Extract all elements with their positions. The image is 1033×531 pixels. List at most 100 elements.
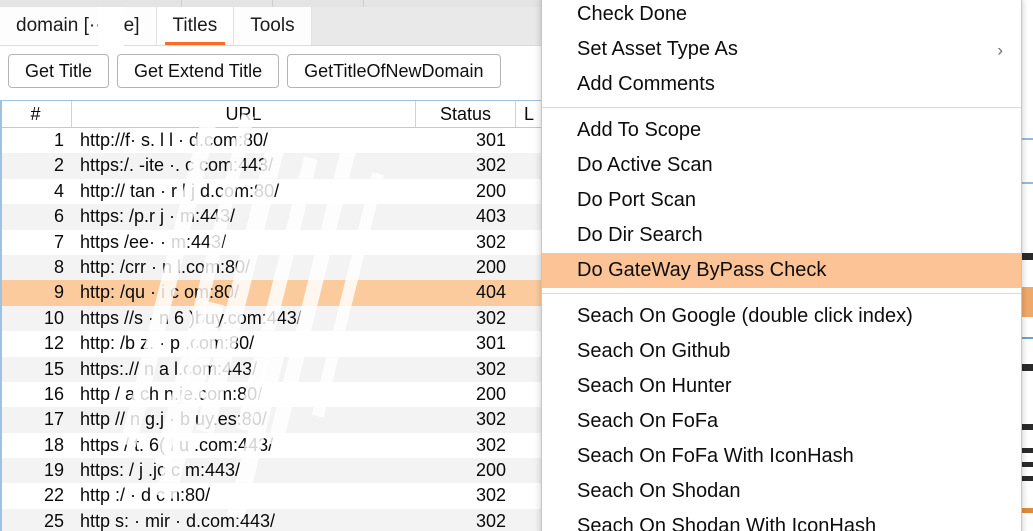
menu-item[interactable]: Do Port Scan bbox=[542, 183, 1021, 218]
cell-status: 200 bbox=[475, 460, 506, 481]
menu-item-label: Seach On FoFa bbox=[577, 410, 719, 432]
menu-item[interactable]: Seach On Shodan With IconHash bbox=[542, 509, 1021, 531]
cell-index: 4 bbox=[53, 180, 64, 201]
cell-status: 302 bbox=[475, 409, 506, 430]
cell-index: 25 bbox=[43, 510, 64, 531]
menu-item-label: Check Done bbox=[577, 3, 688, 25]
sliver-mark bbox=[1022, 424, 1033, 430]
cell-index: 7 bbox=[53, 231, 64, 252]
sliver-mark bbox=[1022, 287, 1033, 317]
menu-item-label: Add To Scope bbox=[577, 119, 702, 141]
sliver-mark bbox=[1022, 462, 1033, 467]
cell-url: https //s · n 6 )buy.com:443/ bbox=[80, 307, 302, 328]
menu-item-label: Add Comments bbox=[577, 73, 715, 95]
cell-status: 302 bbox=[475, 358, 506, 379]
cell-url: http / a ch n.je.com:80/ bbox=[80, 383, 263, 404]
get-extend-title-button-label: Get Extend Title bbox=[134, 60, 263, 81]
menu-item[interactable]: Seach On Hunter bbox=[542, 369, 1021, 404]
cell-status: 302 bbox=[475, 231, 506, 252]
upper-tabstrip-segment bbox=[273, 0, 364, 7]
menu-item[interactable]: Seach On FoFa With IconHash bbox=[542, 439, 1021, 474]
get-title-button[interactable]: Get Title bbox=[8, 54, 110, 88]
cell-index: 2 bbox=[53, 155, 64, 176]
cell-status: 302 bbox=[475, 155, 506, 176]
redaction-overlay bbox=[98, 7, 124, 47]
cell-index: 17 bbox=[43, 409, 64, 430]
menu-item-label: Do Port Scan bbox=[577, 189, 696, 211]
sliver-mark bbox=[1022, 253, 1033, 260]
cell-index: 18 bbox=[43, 434, 64, 455]
get-title-of-new-domain-button[interactable]: GetTitleOfNewDomain bbox=[287, 54, 501, 88]
cell-index: 10 bbox=[43, 307, 64, 328]
cell-index: 6 bbox=[53, 206, 64, 227]
cell-status: 302 bbox=[475, 510, 506, 531]
cell-index: 16 bbox=[43, 383, 64, 404]
cell-status: 302 bbox=[475, 434, 506, 455]
menu-item[interactable]: Check Done bbox=[542, 0, 1021, 32]
cell-status: 301 bbox=[475, 333, 506, 354]
cell-status: 302 bbox=[475, 307, 506, 328]
cell-url: http // n g.j · b uy.es:80/ bbox=[80, 409, 267, 430]
menu-item-label: Seach On FoFa With IconHash bbox=[577, 445, 854, 467]
sliver-mark bbox=[1022, 364, 1033, 371]
cell-url: http :/ · d c n:80/ bbox=[80, 485, 211, 506]
cell-url: https:.// n a l.com:443/ bbox=[80, 358, 258, 379]
menu-item[interactable]: Seach On Github bbox=[542, 334, 1021, 369]
cell-url: http://f· s. l l · d.com:80/ bbox=[80, 130, 269, 150]
menu-item[interactable]: Do Active Scan bbox=[542, 148, 1021, 183]
cell-url: https: / j .jc c m:443/ bbox=[80, 460, 241, 481]
menu-item-label: Do Dir Search bbox=[577, 224, 703, 246]
cell-url: https:/. -ite ·. c com:443/ bbox=[80, 155, 274, 176]
column-header-index[interactable]: # bbox=[0, 101, 72, 127]
menu-item-label: Do GateWay ByPass Check bbox=[577, 259, 827, 281]
menu-item-label: Seach On Shodan bbox=[577, 480, 741, 502]
menu-item-label: Seach On Hunter bbox=[577, 375, 732, 397]
tab-titles[interactable]: Titles bbox=[156, 7, 235, 45]
get-extend-title-button[interactable]: Get Extend Title bbox=[117, 54, 280, 88]
menu-separator bbox=[542, 293, 1021, 294]
menu-item-label: Set Asset Type As bbox=[577, 38, 738, 60]
menu-item[interactable]: Seach On FoFa bbox=[542, 404, 1021, 439]
cell-status: 301 bbox=[475, 130, 506, 150]
cell-index: 19 bbox=[43, 460, 64, 481]
menu-separator bbox=[542, 107, 1021, 108]
tab-tools[interactable]: Tools bbox=[234, 7, 312, 45]
menu-item[interactable]: Add Comments bbox=[542, 67, 1021, 102]
tab-tools-label: Tools bbox=[250, 15, 295, 36]
tab-titles-label: Titles bbox=[172, 15, 218, 36]
menu-item[interactable]: Seach On Shodan bbox=[542, 474, 1021, 509]
menu-item[interactable]: Set Asset Type As › bbox=[542, 32, 1021, 67]
context-menu: Check Done Set Asset Type As › Add Comments… bbox=[541, 0, 1022, 531]
upper-tabstrip-segment bbox=[182, 0, 273, 7]
cell-url: http s: · mir · d.com:443/ bbox=[80, 510, 276, 531]
get-title-button-label: Get Title bbox=[25, 60, 93, 81]
sliver-mark bbox=[1022, 476, 1033, 481]
menu-item-label: Do Active Scan bbox=[577, 154, 713, 176]
cell-index: 8 bbox=[53, 256, 64, 277]
cell-status: 404 bbox=[475, 282, 506, 303]
menu-item[interactable]: Add To Scope bbox=[542, 113, 1021, 148]
cell-url: https: /p.r j · m:443/ bbox=[80, 206, 236, 227]
menu-item-label: Seach On Shodan With IconHash bbox=[577, 515, 877, 531]
get-title-of-new-domain-button-label: GetTitleOfNewDomain bbox=[304, 60, 484, 81]
cell-url: http:// tan · r l j d.com:80/ bbox=[80, 180, 280, 201]
cell-url: https / t. 6( l u .com:443/ bbox=[80, 434, 274, 455]
cell-index: 22 bbox=[43, 485, 64, 506]
cell-status: 200 bbox=[475, 256, 506, 277]
cell-status: 403 bbox=[475, 206, 506, 227]
column-header-status[interactable]: Status bbox=[416, 101, 516, 127]
cell-status: 200 bbox=[475, 180, 506, 201]
sliver-mark bbox=[1022, 138, 1033, 140]
menu-item[interactable]: Seach On Google (double click index) bbox=[542, 299, 1021, 334]
menu-item[interactable]: Do Dir Search bbox=[542, 218, 1021, 253]
cell-index: 15 bbox=[43, 358, 64, 379]
menu-item[interactable]: Do GateWay ByPass Check bbox=[542, 253, 1021, 288]
column-header-url[interactable]: URL bbox=[72, 101, 416, 127]
sliver-mark bbox=[1022, 182, 1033, 184]
sliver-mark bbox=[1022, 337, 1033, 339]
cell-url: https /ee· · m:443/ bbox=[80, 231, 227, 252]
tab-domain[interactable]: domain [·· ··le] bbox=[0, 7, 157, 45]
sliver-mark bbox=[1022, 508, 1033, 513]
cell-status: 302 bbox=[475, 485, 506, 506]
cell-index: 9 bbox=[53, 282, 64, 303]
